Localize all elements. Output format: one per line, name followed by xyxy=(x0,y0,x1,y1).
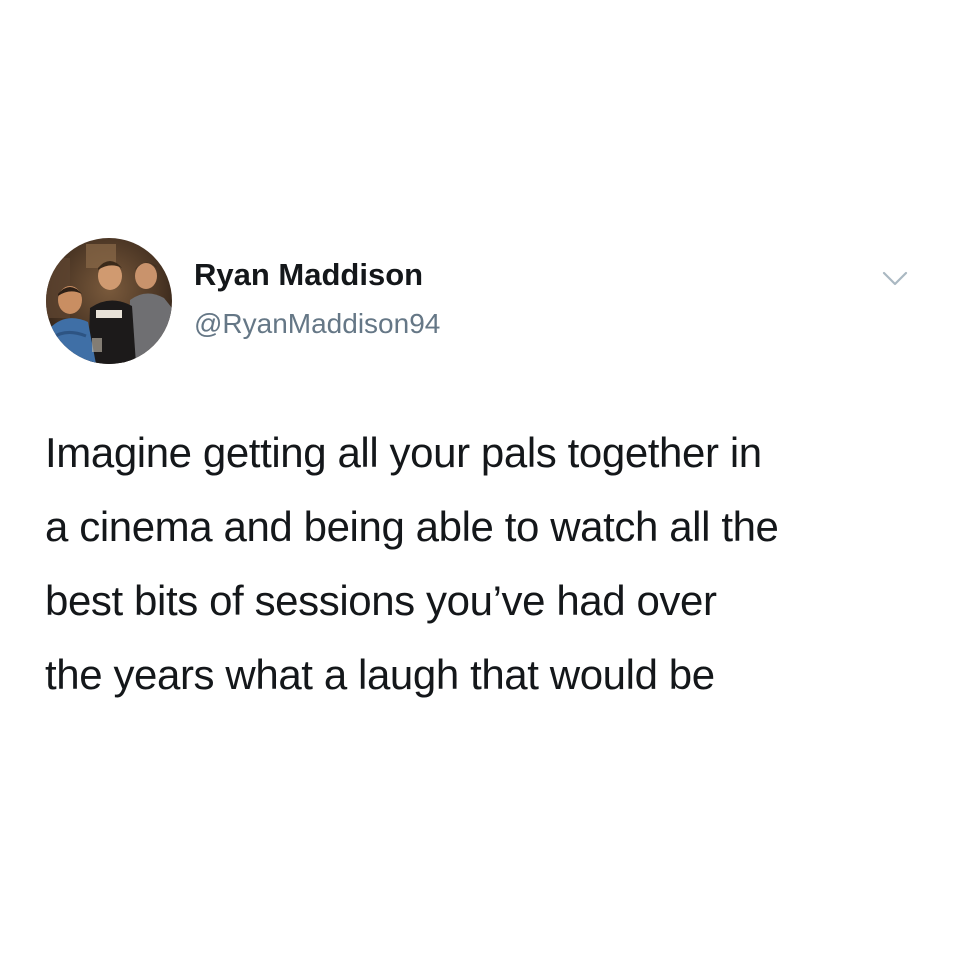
display-name[interactable]: Ryan Maddison xyxy=(194,256,423,294)
chevron-down-icon[interactable] xyxy=(878,262,912,296)
tweet-text: Imagine getting all your pals together i… xyxy=(45,429,779,698)
tweet-card: Ryan Maddison @RyanMaddison94 Imagine ge… xyxy=(0,0,958,958)
profile-photo-icon xyxy=(46,238,172,364)
avatar[interactable] xyxy=(46,238,172,364)
user-handle[interactable]: @RyanMaddison94 xyxy=(194,306,440,342)
